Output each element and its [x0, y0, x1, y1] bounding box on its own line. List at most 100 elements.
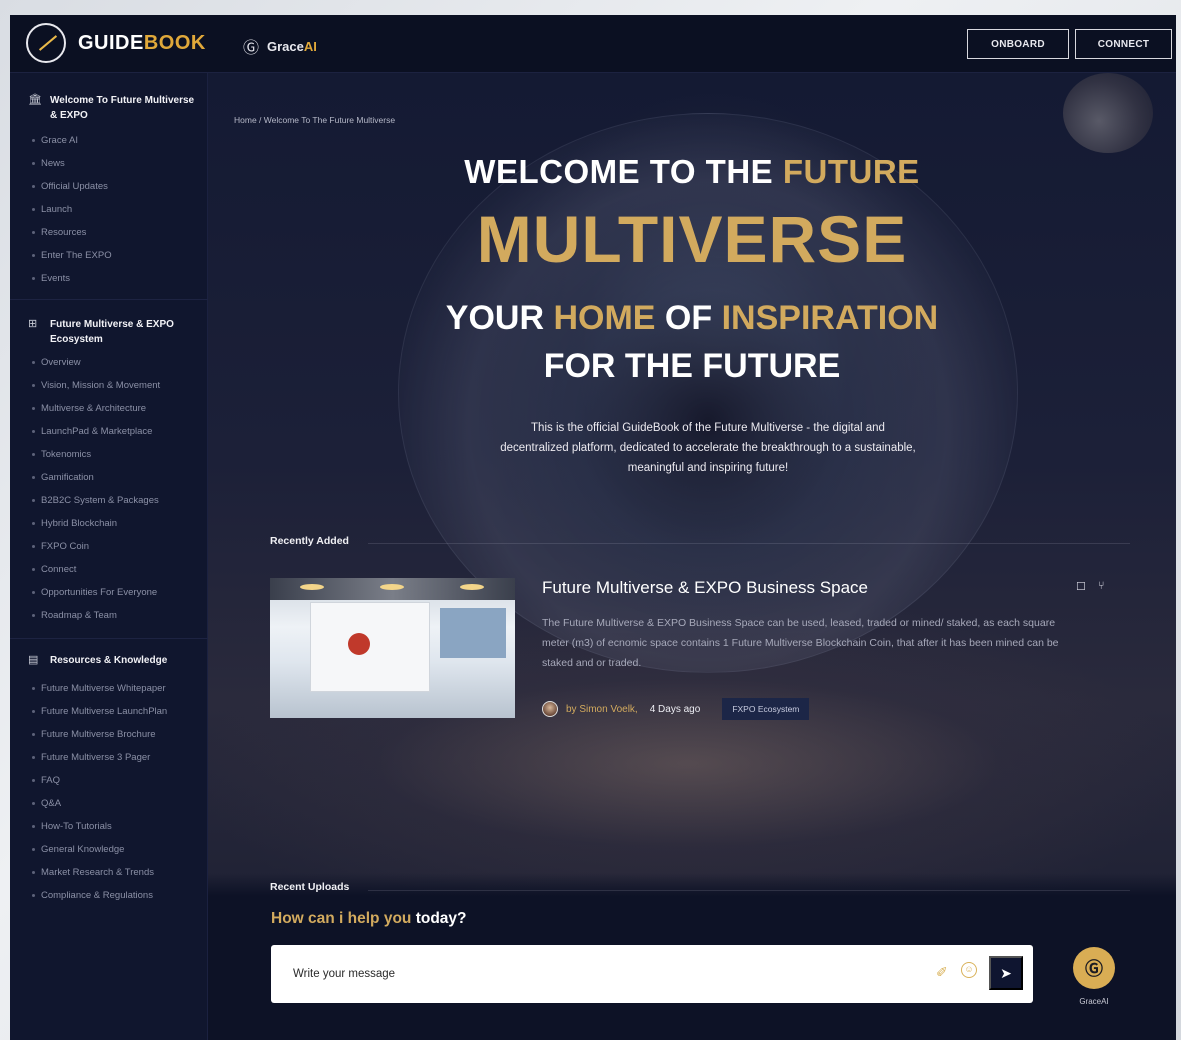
sidebar-section-title: Future Multiverse & EXPO Ecosystem	[50, 319, 174, 345]
onboard-button[interactable]: ONBOARD	[967, 29, 1069, 59]
hero-text-gold: INSPIRATION	[721, 299, 939, 337]
bullet-icon	[32, 545, 35, 548]
grace-ai-chat-label: GraceAI	[1079, 997, 1109, 1006]
sidebar-section-ecosystem[interactable]: ⊞ Future Multiverse & EXPO Ecosystem	[28, 317, 200, 347]
hero-title-multiverse: MULTIVERSE	[476, 202, 908, 276]
logo-text[interactable]: GUIDEBOOK	[78, 32, 206, 55]
card-meta: by Simon Voelk, 4 Days ago FXPO Ecosyste…	[542, 698, 810, 720]
sidebar-section-welcome[interactable]: 🏛︎ Welcome To Future Multiverse & EXPO	[28, 93, 200, 123]
thumbnail-emblem	[348, 633, 370, 655]
sidebar-item-label: Connect	[41, 564, 77, 575]
sidebar-item[interactable]: Tokenomics	[32, 443, 160, 466]
author-avatar[interactable]	[542, 701, 558, 717]
hero-text-gold: HOME	[553, 299, 656, 337]
bullet-icon	[32, 568, 35, 571]
sidebar-item[interactable]: Roadmap & Team	[32, 604, 160, 627]
hero-subtitle-line1: YOUR HOME OF INSPIRATION	[208, 299, 1176, 338]
sidebar-item[interactable]: Gamification	[32, 466, 160, 489]
sidebar-item[interactable]: Events	[32, 267, 112, 290]
sidebar-item[interactable]: Multiverse & Architecture	[32, 397, 160, 420]
sidebar-item[interactable]: Future Multiverse 3 Pager	[32, 746, 167, 769]
recent-uploads-heading: Recent Uploads	[270, 881, 350, 893]
bullet-icon	[32, 254, 35, 257]
bullet-icon	[32, 407, 35, 410]
recently-added-heading: Recently Added	[270, 535, 349, 547]
sidebar-item[interactable]: B2B2C System & Packages	[32, 489, 160, 512]
sidebar-item-label: Opportunities For Everyone	[41, 587, 158, 598]
attachment-icon[interactable]: ✐	[936, 964, 948, 981]
logo-text-book: BOOK	[143, 32, 206, 54]
sidebar-item-label: Grace AI	[41, 135, 78, 146]
sidebar-item[interactable]: How-To Tutorials	[32, 815, 167, 838]
sidebar-item[interactable]: General Knowledge	[32, 838, 167, 861]
send-button[interactable]: ➤	[989, 956, 1023, 990]
author-name[interactable]: by Simon Voelk,	[566, 704, 638, 715]
sidebar-item[interactable]: Opportunities For Everyone	[32, 581, 160, 604]
sidebar-item[interactable]: Hybrid Blockchain	[32, 512, 160, 535]
breadcrumb[interactable]: Home / Welcome To The Future Multiverse	[234, 115, 395, 125]
grace-ai-link[interactable]: Ⓖ GraceAI	[243, 34, 317, 58]
sidebar-item[interactable]: Launch	[32, 198, 112, 221]
grace-ai-icon: Ⓖ	[1085, 959, 1103, 979]
bullet-icon	[32, 139, 35, 142]
sidebar-item[interactable]: Compliance & Regulations	[32, 884, 167, 907]
section-divider	[368, 543, 1130, 544]
logo-icon[interactable]	[26, 23, 66, 63]
chat-message-input[interactable]	[293, 963, 893, 985]
sidebar-item[interactable]: Q&A	[32, 792, 167, 815]
card-thumbnail[interactable]	[270, 578, 515, 718]
thumbnail-screen	[440, 608, 506, 658]
bullet-icon	[32, 871, 35, 874]
sidebar-item[interactable]: FXPO Coin	[32, 535, 160, 558]
sidebar-item[interactable]: Market Research & Trends	[32, 861, 167, 884]
hero-text-white: WELCOME TO THE	[464, 153, 783, 190]
sidebar-item[interactable]: Vision, Mission & Movement	[32, 374, 160, 397]
sidebar-item[interactable]: Resources	[32, 221, 112, 244]
sidebar-item-label: Q&A	[41, 798, 62, 809]
sidebar-item[interactable]: Enter The EXPO	[32, 244, 112, 267]
grace-ai-chat-button[interactable]: Ⓖ	[1073, 947, 1115, 989]
sidebar-item-label: LaunchPad & Marketplace	[41, 426, 153, 437]
sidebar-item[interactable]: Official Updates	[32, 175, 112, 198]
chat-prompt-white: today?	[415, 910, 467, 927]
top-bar: GUIDEBOOK Ⓖ GraceAI ONBOARD CONNECT	[10, 15, 1176, 73]
section-divider	[368, 890, 1130, 891]
sidebar-item[interactable]: LaunchPad & Marketplace	[32, 420, 160, 443]
bullet-icon	[32, 185, 35, 188]
bullet-icon	[32, 733, 35, 736]
connect-button[interactable]: CONNECT	[1075, 29, 1172, 59]
emoji-icon[interactable]: ☺	[961, 962, 977, 978]
bullet-icon	[32, 476, 35, 479]
sidebar-item[interactable]: FAQ	[32, 769, 167, 792]
sidebar-item[interactable]: Future Multiverse Brochure	[32, 723, 167, 746]
sidebar-item-label: Future Multiverse 3 Pager	[41, 752, 151, 763]
thumbnail-wall	[310, 602, 430, 692]
sidebar-item[interactable]: Future Multiverse LaunchPlan	[32, 700, 167, 723]
hero-text-white: OF	[655, 299, 722, 337]
thumbnail-light	[380, 584, 404, 590]
sidebar-item-label: Official Updates	[41, 181, 108, 192]
sidebar-item-label: Future Multiverse Whitepaper	[41, 683, 166, 694]
sidebar-item[interactable]: Connect	[32, 558, 160, 581]
sidebar-item-label: Hybrid Blockchain	[41, 518, 118, 529]
sidebar-item-label: Compliance & Regulations	[41, 890, 153, 901]
bullet-icon	[32, 208, 35, 211]
sidebar-item-label: Overview	[41, 357, 81, 368]
bullet-icon	[32, 756, 35, 759]
sidebar-item[interactable]: Grace AI	[32, 129, 112, 152]
app-window: GUIDEBOOK Ⓖ GraceAI ONBOARD CONNECT 🏛︎ W…	[10, 15, 1176, 1040]
sidebar-item[interactable]: Overview	[32, 351, 160, 374]
sidebar-item[interactable]: Future Multiverse Whitepaper	[32, 677, 167, 700]
card-title[interactable]: Future Multiverse & EXPO Business Space	[542, 578, 868, 598]
hero-text-white: YOUR	[445, 299, 554, 337]
sidebar-item[interactable]: News	[32, 152, 112, 175]
main-content: Home / Welcome To The Future Multiverse …	[208, 73, 1176, 1040]
category-tag[interactable]: FXPO Ecosystem	[722, 698, 810, 720]
sidebar-section-resources[interactable]: ▤ Resources & Knowledge	[28, 653, 200, 668]
bullet-icon	[32, 162, 35, 165]
sidebar-item-label: How-To Tutorials	[41, 821, 112, 832]
send-icon: ➤	[1000, 964, 1012, 981]
share-icon[interactable]: ⑂	[1098, 580, 1105, 593]
sidebar: 🏛︎ Welcome To Future Multiverse & EXPO G…	[10, 73, 208, 1040]
bookmark-icon[interactable]: ☐	[1076, 580, 1086, 593]
